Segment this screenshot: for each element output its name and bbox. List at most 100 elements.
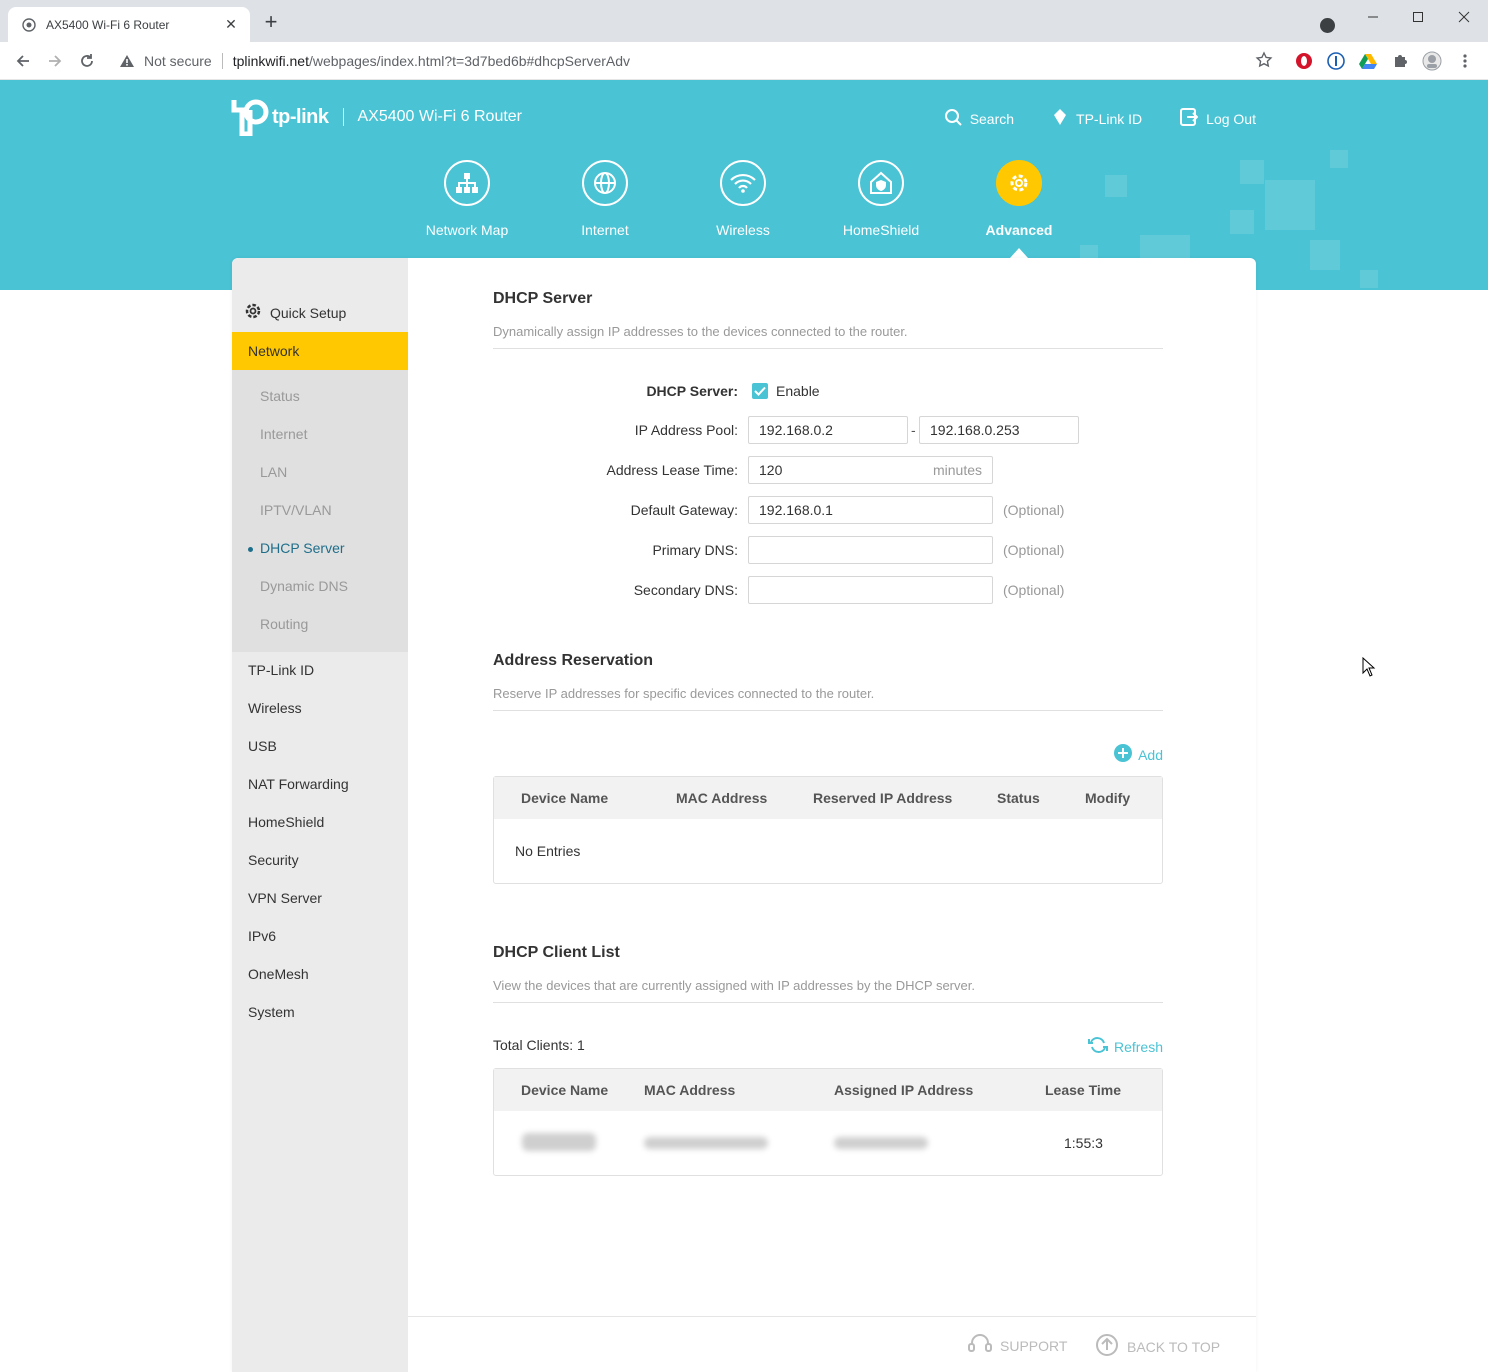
lease-time-input[interactable]: 120 minutes (748, 456, 993, 484)
brand-name: tp-link (272, 105, 329, 128)
search-link[interactable]: Search (944, 108, 1014, 129)
sidebar-item-quick-setup[interactable]: Quick Setup (244, 302, 346, 323)
tab-title: AX5400 Wi-Fi 6 Router (46, 17, 170, 32)
lease-time-cell: 1:55:3 (1064, 1135, 1103, 1151)
ip-pool-end-input[interactable]: 192.168.0.253 (919, 416, 1079, 444)
table-header: Device Name MAC Address Assigned IP Addr… (494, 1069, 1162, 1111)
refresh-icon (1087, 1036, 1108, 1057)
decor-square (1230, 210, 1254, 234)
sidebar-subitem-iptv-vlan[interactable]: IPTV/VLAN (260, 502, 332, 518)
sidebar-subitem-internet[interactable]: Internet (260, 426, 307, 442)
profile-icon[interactable] (1320, 18, 1335, 33)
ip-pool-start-input[interactable]: 192.168.0.2 (748, 416, 908, 444)
password-manager-extension-icon[interactable] (1326, 51, 1346, 71)
opera-extension-icon[interactable] (1294, 51, 1314, 71)
sidebar-item-vpn-server[interactable]: VPN Server (248, 890, 322, 906)
refresh-label: Refresh (1113, 1038, 1163, 1055)
nav-internet[interactable]: Internet (536, 160, 674, 238)
nav-wireless[interactable]: Wireless (674, 160, 812, 238)
nav-network-map[interactable]: Network Map (398, 160, 536, 238)
nav-advanced[interactable]: Advanced (950, 160, 1088, 258)
close-window-icon[interactable] (1441, 4, 1487, 30)
section-divider (493, 1002, 1163, 1003)
nav-homeshield[interactable]: HomeShield (812, 160, 950, 238)
sidebar-item-onemesh[interactable]: OneMesh (248, 966, 309, 982)
sidebar-subitem-lan[interactable]: LAN (260, 464, 287, 480)
back-to-top-label: BACK TO TOP (1127, 1338, 1221, 1355)
nav-label: HomeShield (842, 222, 920, 238)
tplink-logo[interactable]: tp-link AX5400 Wi-Fi 6 Router (230, 98, 522, 137)
sidebar-item-ipv6[interactable]: IPv6 (248, 928, 276, 944)
decor-square (1330, 150, 1348, 168)
bookmark-star-icon[interactable] (1255, 51, 1275, 71)
sidebar-subitem-status[interactable]: Status (260, 388, 300, 404)
redacted-device-name (522, 1133, 596, 1151)
tplink-id-link[interactable]: TP-Link ID (1052, 108, 1142, 129)
back-to-top-link[interactable]: BACK TO TOP (1095, 1333, 1220, 1360)
sidebar-item-network[interactable]: Network (232, 332, 408, 370)
redacted-ip-address (834, 1137, 928, 1149)
address-bar[interactable]: Not secure tplinkwifi.net/webpages/index… (110, 47, 1285, 75)
reload-icon[interactable] (76, 50, 98, 72)
sidebar-item-wireless[interactable]: Wireless (248, 700, 302, 716)
sidebar-subitem-dhcp-server[interactable]: DHCP Server (248, 540, 345, 556)
home-shield-icon (858, 160, 904, 206)
section-divider (493, 348, 1163, 349)
column-header: Device Name (521, 790, 609, 806)
secondary-dns-input[interactable] (748, 576, 993, 604)
column-header: Assigned IP Address (834, 1082, 974, 1098)
mouse-cursor-icon (1362, 656, 1376, 677)
column-header: Modify (1085, 790, 1131, 806)
refresh-button[interactable]: Refresh (1087, 1036, 1163, 1057)
plus-circle-icon (1114, 744, 1133, 765)
sidebar-subitem-dynamic-dns[interactable]: Dynamic DNS (260, 578, 348, 594)
drive-extension-icon[interactable] (1358, 51, 1378, 71)
client-list-title: DHCP Client List (493, 944, 620, 961)
nav-label: Wireless (716, 222, 770, 238)
decor-square (1240, 160, 1264, 184)
optional-hint: (Optional) (1003, 542, 1065, 558)
support-link[interactable]: SUPPORT (968, 1333, 1067, 1358)
logout-link[interactable]: Log Out (1180, 108, 1256, 129)
maximize-icon[interactable] (1395, 4, 1441, 30)
sidebar-item-homeshield[interactable]: HomeShield (248, 814, 324, 830)
section-divider (493, 710, 1163, 711)
lease-time-value: 120 (759, 462, 783, 478)
globe-icon (582, 160, 628, 206)
avatar[interactable] (1422, 51, 1442, 71)
default-gateway-input[interactable]: 192.168.0.1 (748, 496, 993, 524)
dhcp-enable-checkbox[interactable] (752, 383, 768, 399)
column-header: Status (997, 790, 1040, 806)
reservation-table: Device Name MAC Address Reserved IP Addr… (493, 776, 1163, 884)
active-dot (248, 547, 253, 552)
secondary-dns-label: Secondary DNS: (633, 582, 738, 598)
logout-icon (1180, 108, 1199, 129)
extensions-puzzle-icon[interactable] (1390, 51, 1410, 71)
column-header: Reserved IP Address (813, 790, 953, 806)
sidebar-item-tplink-id[interactable]: TP-Link ID (248, 662, 314, 678)
column-header: Lease Time (1045, 1082, 1122, 1098)
primary-dns-input[interactable] (748, 536, 993, 564)
headset-icon (968, 1333, 992, 1358)
security-label[interactable]: Not secure (144, 53, 212, 69)
minimize-icon[interactable] (1350, 4, 1396, 30)
browser-tab[interactable]: AX5400 Wi-Fi 6 Router ✕ (8, 7, 250, 42)
gear-icon (996, 160, 1042, 206)
add-reservation-button[interactable]: Add (1114, 744, 1163, 765)
sidebar-item-security[interactable]: Security (248, 852, 299, 868)
header-links: Search TP-Link ID Log Out (944, 108, 1256, 129)
sidebar-item-nat-forwarding[interactable]: NAT Forwarding (248, 776, 349, 792)
default-gateway-label: Default Gateway: (630, 502, 738, 518)
add-label: Add (1138, 746, 1163, 763)
footer: SUPPORT BACK TO TOP (408, 1316, 1256, 1372)
browser-menu-icon[interactable] (1455, 51, 1475, 71)
new-tab-button[interactable]: + (260, 11, 282, 34)
sidebar-subitem-routing[interactable]: Routing (260, 616, 308, 632)
forward-icon[interactable] (44, 50, 66, 72)
decor-square (1310, 240, 1340, 270)
sidebar-item-system[interactable]: System (248, 1004, 295, 1020)
sidebar-item-usb[interactable]: USB (248, 738, 277, 754)
close-tab-icon[interactable]: ✕ (222, 16, 240, 34)
network-map-icon (444, 160, 490, 206)
back-icon[interactable] (12, 50, 34, 72)
